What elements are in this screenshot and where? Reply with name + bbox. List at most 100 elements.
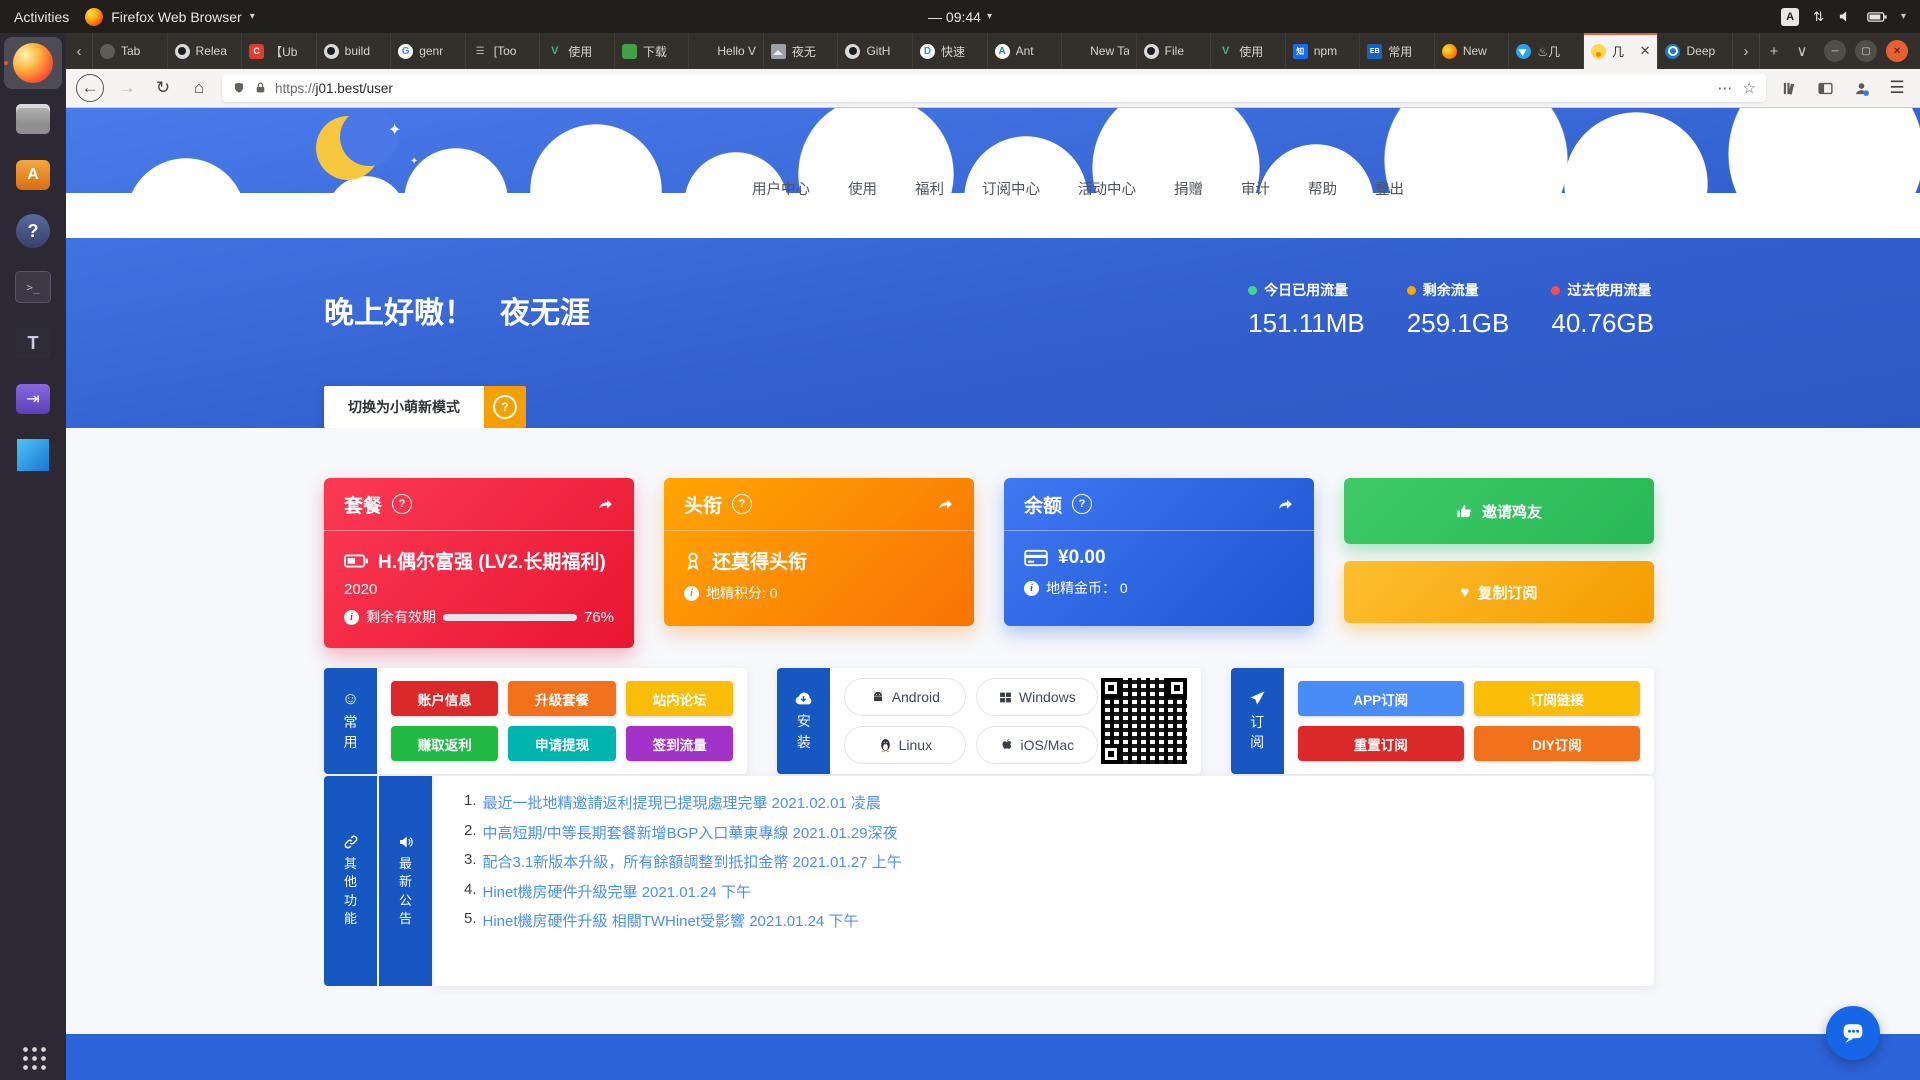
account-icon[interactable]	[1848, 75, 1874, 101]
question-icon[interactable]: ?	[392, 494, 412, 514]
windows-button[interactable]: Windows	[976, 678, 1098, 716]
common-tab[interactable]: ☺ 常用	[324, 668, 377, 774]
tab[interactable]: File	[1137, 33, 1212, 69]
other-functions-tab[interactable]: 其他功能	[324, 776, 377, 986]
system-menu-chevron-icon[interactable]: ▾	[1901, 11, 1906, 22]
forward-button[interactable]: →	[114, 75, 140, 101]
earn-rebate-button[interactable]: 赚取返利	[391, 726, 498, 761]
tab[interactable]: GitH	[838, 33, 913, 69]
new-tab-button[interactable]: +	[1760, 33, 1788, 69]
linux-button[interactable]: Linux	[844, 726, 966, 764]
nav-user-center[interactable]: 用户中心	[752, 178, 810, 199]
scroll-tabs-left-button[interactable]: ‹	[66, 33, 93, 69]
subscribe-link-button[interactable]: 订阅链接	[1474, 681, 1640, 716]
dock-terminal[interactable]: >_	[4, 261, 62, 313]
minimize-button[interactable]: ─	[1824, 40, 1846, 62]
tab[interactable]: [Too	[466, 33, 541, 69]
question-icon[interactable]: ?	[1072, 494, 1092, 514]
nav-activity-center[interactable]: 活动中心	[1078, 178, 1136, 199]
shield-icon[interactable]	[232, 81, 246, 95]
bookmark-star-icon[interactable]: ☆	[1743, 79, 1756, 97]
page-actions-icon[interactable]: ⋯	[1718, 79, 1733, 97]
url-bar[interactable]: https://https://j01.best/userj01.best/us…	[222, 74, 1766, 102]
dock-vscode[interactable]	[4, 429, 62, 481]
app-subscribe-button[interactable]: APP订阅	[1298, 681, 1464, 716]
home-button[interactable]: ⌂	[186, 75, 212, 101]
share-icon[interactable]	[1277, 496, 1294, 513]
tab[interactable]: 使用	[1211, 33, 1286, 69]
install-tab[interactable]: 安装	[777, 668, 830, 774]
ios-mac-button[interactable]: iOS/Mac	[976, 726, 1098, 764]
chat-fab-button[interactable]	[1826, 1006, 1880, 1060]
nav-subscription-center[interactable]: 订阅中心	[982, 178, 1040, 199]
close-window-button[interactable]: ✕	[1886, 40, 1908, 62]
tab-active[interactable]: 几✕	[1584, 33, 1659, 69]
back-button[interactable]: ←	[76, 74, 104, 102]
tab[interactable]: Relea	[168, 33, 243, 69]
dock-remote-access[interactable]: ⇥	[4, 373, 62, 425]
tab[interactable]: ♨几	[1509, 33, 1584, 69]
question-icon[interactable]: ?	[732, 494, 752, 514]
nav-logout[interactable]: 登出	[1375, 178, 1404, 199]
tab[interactable]: 下载	[615, 33, 690, 69]
dock-ubuntu-software[interactable]: A	[4, 149, 62, 201]
dock-help[interactable]: ?	[4, 205, 62, 257]
dock-files[interactable]	[4, 93, 62, 145]
clock-menu[interactable]: — 09:44 ▾	[928, 9, 992, 25]
announcement-link[interactable]: 中高短期/中等長期套餐新增BGP入口華東專線 2021.01.29深夜	[483, 822, 898, 843]
announcement-link[interactable]: Hinet機房硬件升級 相關TWHinet受影響 2021.01.24 下午	[483, 910, 859, 931]
mode-help-button[interactable]: ?	[484, 386, 526, 428]
tab[interactable]: 快速	[913, 33, 988, 69]
upgrade-plan-button[interactable]: 升级套餐	[508, 681, 615, 716]
url-text[interactable]: https://https://j01.best/userj01.best/us…	[275, 81, 1710, 96]
show-applications-icon[interactable]	[20, 1044, 46, 1070]
list-all-tabs-button[interactable]: ∨	[1788, 33, 1816, 69]
subscribe-tab[interactable]: 订阅	[1231, 668, 1284, 774]
announcement-link[interactable]: 配合3.1新版本升級，所有餘額調整到抵扣金幣 2021.01.27 上午	[483, 851, 902, 872]
tab[interactable]: 常用	[1360, 33, 1435, 69]
tab[interactable]: genr	[391, 33, 466, 69]
diy-subscription-button[interactable]: DIY订阅	[1474, 726, 1640, 761]
switch-newbie-mode-button[interactable]: 切换为小萌新模式	[324, 386, 484, 428]
nav-usage[interactable]: 使用	[848, 178, 877, 199]
forum-button[interactable]: 站内论坛	[626, 681, 733, 716]
input-source-icon[interactable]: A	[1781, 8, 1799, 26]
activities-button[interactable]: Activities	[14, 9, 69, 25]
nav-help[interactable]: 帮助	[1308, 178, 1337, 199]
share-icon[interactable]	[597, 496, 614, 513]
reload-button[interactable]: ↻	[150, 75, 176, 101]
copy-subscription-button[interactable]: ♥ 复制订阅	[1344, 561, 1654, 623]
maximize-button[interactable]: ▢	[1855, 40, 1877, 62]
scroll-tabs-right-button[interactable]: ›	[1733, 33, 1760, 69]
nav-benefits[interactable]: 福利	[915, 178, 944, 199]
tab[interactable]: Deep	[1658, 33, 1733, 69]
announcement-link[interactable]: 最近一批地精邀請返利提現已提現處理完畢 2021.02.01 凌晨	[483, 792, 881, 813]
tab[interactable]: build	[317, 33, 392, 69]
announcement-link[interactable]: Hinet機房硬件升級完畢 2021.01.24 下午	[483, 881, 751, 902]
dock-firefox[interactable]	[4, 37, 62, 89]
tab[interactable]: 使用	[540, 33, 615, 69]
focused-app-menu[interactable]: Firefox Web Browser ▾	[85, 8, 254, 26]
tab[interactable]: Hello Vu	[689, 33, 764, 69]
invite-friends-button[interactable]: 邀请鸡友	[1344, 478, 1654, 544]
latest-announcements-tab[interactable]: 最新公告	[379, 776, 432, 986]
android-button[interactable]: Android	[844, 678, 966, 716]
withdraw-button[interactable]: 申请提现	[508, 726, 615, 761]
battery-icon[interactable]	[1867, 10, 1887, 24]
sidebar-icon[interactable]	[1812, 75, 1838, 101]
close-tab-icon[interactable]: ✕	[1640, 43, 1651, 59]
library-icon[interactable]	[1776, 75, 1802, 101]
nav-donate[interactable]: 捐赠	[1174, 178, 1203, 199]
checkin-traffic-button[interactable]: 签到流量	[626, 726, 733, 761]
tab[interactable]: Ant	[988, 33, 1063, 69]
reset-subscription-button[interactable]: 重置订阅	[1298, 726, 1464, 761]
tab[interactable]: Tab	[93, 33, 168, 69]
tab[interactable]: New Tab	[1062, 33, 1137, 69]
account-info-button[interactable]: 账户信息	[391, 681, 498, 716]
tab[interactable]: npm	[1286, 33, 1361, 69]
nav-audit[interactable]: 审计	[1241, 178, 1270, 199]
tab[interactable]: 夜无	[764, 33, 839, 69]
share-icon[interactable]	[937, 496, 954, 513]
network-icon[interactable]: ⇅	[1813, 9, 1824, 25]
menu-icon[interactable]: ☰	[1884, 75, 1910, 101]
